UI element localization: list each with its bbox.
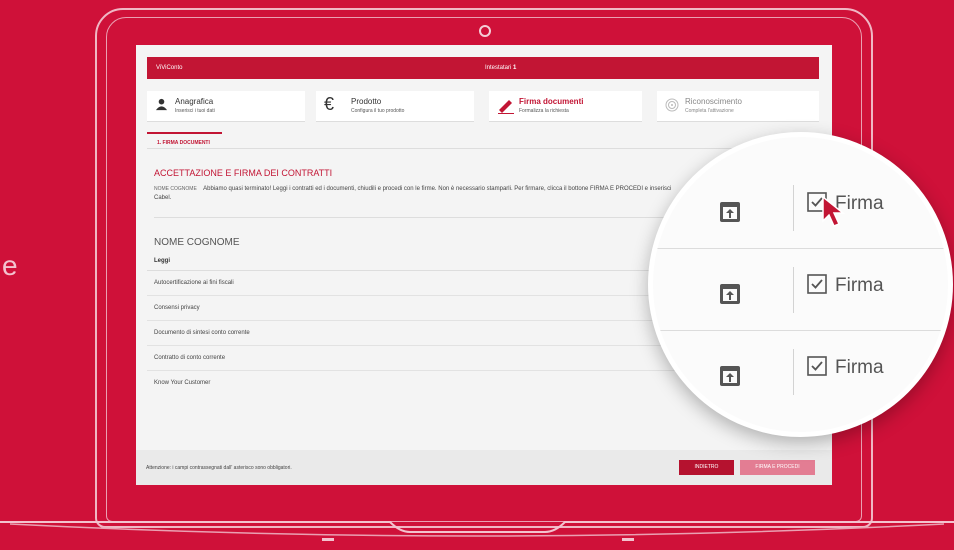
magnified-row: Firma <box>653 249 948 331</box>
intro-message: Abbiamo quasi terminato! Leggi i contrat… <box>203 186 672 192</box>
column-divider <box>793 267 794 313</box>
sign-and-proceed-button[interactable]: FIRMA E PROCEDI <box>740 460 815 475</box>
background-letter: e <box>2 250 18 281</box>
fingerprint-icon <box>665 98 679 112</box>
euro-icon: € <box>324 94 335 114</box>
step-title: Anagrafica <box>175 97 214 106</box>
magnifier-lens: Firma Firma Firma <box>648 132 953 437</box>
magnified-row: Firma <box>653 331 948 413</box>
step-prodotto[interactable]: € Prodotto Configura il tuo prodotto <box>316 91 474 122</box>
divider <box>154 217 734 218</box>
step-riconoscimento[interactable]: Riconoscimento Completa l'attivazione <box>657 91 819 122</box>
column-divider <box>793 185 794 231</box>
step-subtitle: Formalizza la richiesta <box>519 108 569 114</box>
wizard-steps: Anagrafica Inserisci i tuoi dati € Prodo… <box>147 91 819 122</box>
step-anagrafica[interactable]: Anagrafica Inserisci i tuoi dati <box>147 91 305 122</box>
step-subtitle: Completa l'attivazione <box>685 108 734 114</box>
step-title: Riconoscimento <box>685 97 742 106</box>
intro-message-cont: Cabel. <box>154 195 172 201</box>
sign-label: Firma <box>835 275 884 296</box>
list-item[interactable]: Documento di sintesi conto corrente <box>147 321 707 346</box>
step-subtitle: Inserisci i tuoi dati <box>175 108 215 114</box>
camera-icon <box>479 25 491 37</box>
section-title: ACCETTAZIONE E FIRMA DEI CONTRATTI <box>154 168 333 178</box>
holders-count: 1 <box>513 65 517 71</box>
step-subtitle: Configura il tuo prodotto <box>351 108 405 114</box>
step-title: Firma documenti <box>519 97 584 106</box>
column-divider <box>793 349 794 395</box>
holders-indicator: Intestatari 1 <box>485 65 516 71</box>
step-firma-documenti[interactable]: Firma documenti Formalizza la richiesta <box>489 91 642 122</box>
list-header: Leggi <box>147 252 707 271</box>
intro-name: NOME COGNOME <box>154 186 197 192</box>
step-title: Prodotto <box>351 97 382 106</box>
app-header: ViViConto Intestatari 1 <box>147 57 819 79</box>
upload-icon[interactable] <box>719 365 741 387</box>
footer-bar: Attenzione: i campi contrassegnati dall'… <box>136 450 832 485</box>
laptop-base <box>0 518 954 550</box>
magnified-row: Firma <box>653 167 948 249</box>
person-icon <box>155 98 168 111</box>
upload-icon[interactable] <box>719 283 741 305</box>
sign-label: Firma <box>835 357 884 378</box>
tab-firma-documenti[interactable]: 1. FIRMA DOCUMENTI <box>147 132 222 147</box>
back-button[interactable]: INDIETRO <box>679 460 734 475</box>
app-brand: ViViConto <box>156 65 183 71</box>
checkbox-checked-icon[interactable] <box>807 274 827 294</box>
holders-label: Intestatari <box>485 65 512 71</box>
list-item[interactable]: Contratto di conto corrente <box>147 346 707 371</box>
checkbox-checked-icon[interactable] <box>807 356 827 376</box>
list-item[interactable]: Consensi privacy <box>147 296 707 321</box>
upload-icon[interactable] <box>719 201 741 223</box>
list-item[interactable]: Know Your Customer <box>147 371 707 395</box>
document-list: Leggi Autocertificazione ai fini fiscali… <box>147 252 707 395</box>
pen-icon <box>498 100 514 114</box>
required-fields-note: Attenzione: i campi contrassegnati dall'… <box>146 465 292 471</box>
list-item[interactable]: Autocertificazione ai fini fiscali <box>147 271 707 296</box>
customer-name: NOME COGNOME <box>154 237 240 248</box>
cursor-icon <box>822 195 846 227</box>
tab-bar: 1. FIRMA DOCUMENTI <box>147 132 819 149</box>
